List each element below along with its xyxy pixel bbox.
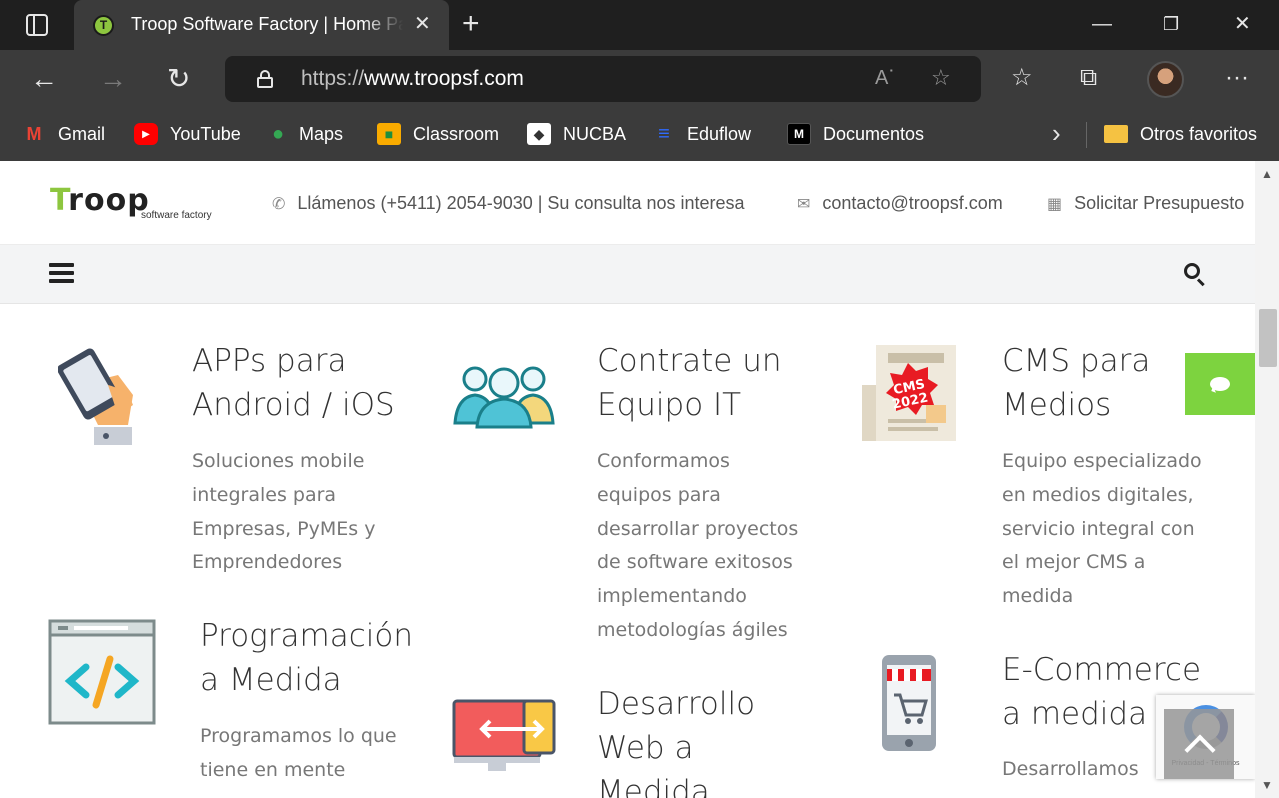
ecommerce-icon (882, 655, 936, 751)
service-description: Equipo especializado en medios digitales,… (1002, 450, 1202, 608)
logo-letter: T (50, 183, 69, 218)
chevron-right-icon[interactable]: › (1052, 118, 1061, 149)
restore-icon[interactable]: ❐ (1163, 10, 1179, 38)
bookmark-maps[interactable]: ● Maps (269, 121, 343, 147)
collections-icon[interactable]: ⧉ (1080, 64, 1097, 92)
bookmark-classroom[interactable]: ■ Classroom (377, 121, 499, 147)
service-description: Programamos lo que tiene en mente (200, 725, 397, 781)
address-bar[interactable]: https://www.troopsf.com Aᐝ ☆ (225, 56, 981, 102)
refresh-icon[interactable]: ↻ (167, 63, 190, 95)
eduflow-icon: ≡ (658, 122, 670, 145)
service-title: CMS para (1002, 343, 1151, 379)
service-title: Android / iOS (192, 387, 395, 423)
header-quote[interactable]: ▦ Solicitar Presupuesto (1047, 193, 1244, 214)
tab-title: Troop Software Factory | Home Page (131, 14, 403, 35)
chat-bubble-icon (1210, 377, 1230, 391)
maps-icon: ● (271, 122, 285, 145)
favorites-icon[interactable]: ☆ (1011, 64, 1033, 92)
browser-toolbar: ← → ↻ https://www.troopsf.com Aᐝ ☆ ☆ ⧉ ·… (0, 50, 1279, 110)
forward-icon[interactable]: → (99, 63, 127, 95)
service-title: a Medida (200, 662, 342, 698)
nucba-icon: ◆ (527, 123, 551, 145)
service-description: Soluciones mobile integrales para Empresas… (192, 450, 376, 574)
add-favorite-icon[interactable]: ☆ (931, 65, 951, 91)
bookmarks-bar: M Gmail ▶ YouTube ● Maps ■ Classroom ◆ N… (0, 110, 1279, 161)
service-description: Desarrollamos (1002, 758, 1139, 780)
back-icon[interactable]: ← (30, 63, 58, 95)
scroll-down-icon[interactable]: ▼ (1261, 778, 1273, 792)
profile-avatar[interactable] (1147, 61, 1184, 98)
cms-icon: CMS 2022 (862, 345, 956, 441)
service-title: Equipo IT (597, 387, 742, 423)
service-title: E-Commerce (1002, 652, 1202, 688)
service-title: Medida (597, 774, 710, 798)
tab-actions-icon[interactable] (26, 14, 48, 36)
close-window-icon[interactable]: ✕ (1234, 10, 1251, 38)
bookmarks-divider (1086, 122, 1087, 148)
service-title: Contrate un (597, 343, 782, 379)
youtube-icon: ▶ (134, 123, 158, 145)
read-aloud-icon[interactable]: Aᐝ (875, 65, 893, 90)
service-title: Web a (597, 730, 694, 766)
url-text[interactable]: https://www.troopsf.com (301, 67, 524, 91)
search-icon[interactable] (1184, 263, 1206, 287)
web-dev-icon (452, 699, 556, 771)
header-email[interactable]: ✉ contacto@troopsf.com (797, 193, 1003, 214)
classroom-icon: ■ (377, 123, 401, 145)
quote-text: Solicitar Presupuesto (1074, 193, 1245, 213)
bookmark-label: Classroom (413, 123, 500, 144)
bookmark-eduflow[interactable]: ≡ Eduflow (653, 121, 751, 147)
bookmark-gmail[interactable]: M Gmail (22, 121, 106, 147)
logo-text: roop (68, 183, 150, 218)
envelope-icon: ✉ (797, 195, 811, 213)
troop-favicon-icon (93, 15, 114, 36)
email-text: contacto@troopsf.com (822, 193, 1003, 213)
service-title: a medida (1002, 696, 1148, 732)
gmail-icon: M (26, 123, 42, 144)
service-description: Conformamos equipos para desarrollar proye… (597, 450, 799, 641)
bookmark-documentos[interactable]: M Documentos (787, 121, 924, 147)
troop-logo[interactable]: Troop software factory (50, 183, 212, 221)
mobile-app-icon (58, 348, 133, 445)
bookmark-label: Documentos (823, 123, 925, 144)
site-header: Troop software factory ✆ Llámenos (+5411… (0, 161, 1255, 245)
chat-button[interactable] (1185, 353, 1255, 415)
code-icon (48, 619, 156, 725)
header-phone[interactable]: ✆ Llámenos (+5411) 2054-9030 | Su consul… (272, 193, 745, 214)
bookmark-nucba[interactable]: ◆ NUCBA (527, 121, 626, 147)
service-title: Desarrollo (597, 686, 756, 722)
service-title: APPs para (192, 343, 347, 379)
service-title: Programación (200, 618, 413, 654)
scroll-to-top-button[interactable] (1164, 709, 1234, 779)
bookmark-label: NUCBA (563, 123, 627, 144)
calculator-icon: ▦ (1047, 195, 1063, 213)
web-page: Troop software factory ✆ Llámenos (+5411… (0, 161, 1255, 798)
phone-icon: ✆ (272, 195, 286, 213)
bookmark-label: Maps (299, 123, 344, 144)
lock-icon[interactable] (257, 70, 273, 88)
close-tab-icon[interactable]: ✕ (414, 14, 431, 34)
bookmark-other-favorites[interactable]: Otros favoritos (1104, 121, 1257, 147)
more-menu-icon[interactable]: ··· (1225, 64, 1249, 92)
folder-icon (1104, 125, 1128, 143)
minimize-icon[interactable]: — (1092, 10, 1112, 38)
browser-tab-bar: Troop Software Factory | Home Page ✕ + —… (0, 0, 1279, 50)
page-scrollbar[interactable]: ▲ ▼ (1255, 161, 1279, 798)
bookmark-label: Eduflow (687, 123, 752, 144)
documentos-icon: M (787, 123, 811, 145)
hamburger-menu-icon[interactable] (49, 263, 74, 283)
service-title: Medios (1002, 387, 1112, 423)
phone-text: Llámenos (+5411) 2054-9030 | Su consulta… (297, 193, 745, 213)
browser-tab[interactable]: Troop Software Factory | Home Page ✕ (74, 0, 449, 50)
team-icon (453, 366, 555, 429)
bookmark-label: Gmail (58, 123, 106, 144)
site-menu-bar (0, 245, 1255, 304)
scrollbar-thumb[interactable] (1259, 309, 1277, 367)
new-tab-icon[interactable]: + (462, 8, 480, 40)
bookmark-youtube[interactable]: ▶ YouTube (134, 121, 241, 147)
scroll-up-icon[interactable]: ▲ (1261, 167, 1273, 181)
bookmark-label: YouTube (170, 123, 241, 144)
bookmark-label: Otros favoritos (1140, 123, 1258, 144)
logo-subtitle: software factory (141, 210, 212, 221)
